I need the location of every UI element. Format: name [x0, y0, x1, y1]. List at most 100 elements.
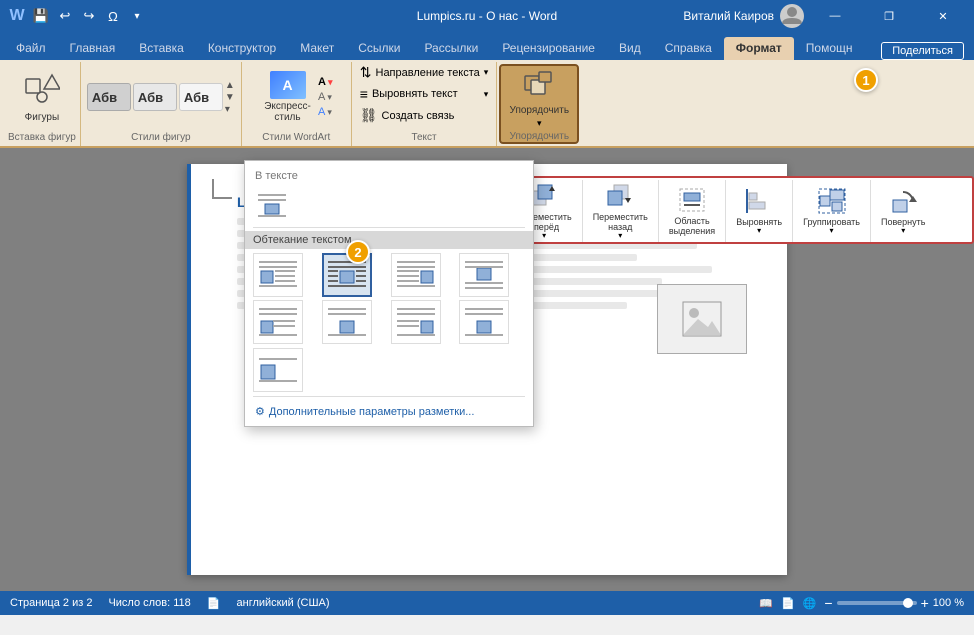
bring-forward-caret: ▾ [542, 232, 546, 240]
title-bar-right: Виталий Каиров — ❐ ✕ [683, 0, 966, 32]
embedded-image[interactable] [657, 284, 747, 354]
omega-icon[interactable]: Ω [104, 7, 122, 25]
group-arrange[interactable]: Упорядочить ▾ Упорядочить [499, 64, 579, 144]
wrap-option-inline[interactable] [253, 348, 303, 392]
layout-mode-icon[interactable]: 📄 [781, 597, 795, 610]
in-text-label: В тексте [253, 167, 525, 185]
tab-references[interactable]: Ссылки [346, 37, 412, 60]
title-bar: W 💾 ↩ ↪ Ω ▾ Lumpics.ru - О нас - Word Ви… [0, 0, 974, 32]
wrap-option-1[interactable] [253, 253, 303, 297]
word-count: Число слов: 118 [108, 597, 190, 609]
share-button[interactable]: Поделиться [881, 42, 964, 60]
tab-insert[interactable]: Вставка [127, 37, 196, 60]
align-text-icon: ≡ [360, 86, 368, 102]
send-backward-label: Переместитьназад [593, 212, 648, 232]
group-shape-styles: Абв Абв Абв ▲ ▼ ▾ Стили фигур [81, 62, 242, 146]
send-backward-caret: ▾ [618, 232, 622, 240]
tab-format[interactable]: Формат [724, 37, 794, 60]
arrange-button[interactable]: Упорядочить ▾ [506, 66, 574, 131]
express-style-btn[interactable]: A Экспресс-стиль [260, 69, 315, 125]
style-btn-2[interactable]: Абв [133, 83, 177, 111]
wrap-option-4[interactable] [459, 253, 509, 297]
word-icon: W [8, 7, 26, 25]
wrap-option-5[interactable] [253, 300, 303, 344]
rotate-caret: ▾ [901, 227, 905, 235]
group-icon [818, 188, 846, 217]
wrap-text-section-label: Обтекание текстом [245, 231, 533, 249]
tab-mailings[interactable]: Рассылки [412, 37, 490, 60]
zoom-in-icon[interactable]: + [921, 595, 929, 611]
rotate-icon [889, 188, 917, 217]
tab-design[interactable]: Конструктор [196, 37, 288, 60]
create-link-btn[interactable]: ⛓ Создать связь [356, 105, 493, 126]
language[interactable]: английский (США) [237, 597, 330, 609]
rs-group-group: Группировать ▾ [793, 180, 871, 242]
group-wordart-label: Стили WordArt [262, 132, 330, 146]
zoom-slider[interactable] [837, 601, 917, 605]
redo-icon[interactable]: ↪ [80, 7, 98, 25]
close-button[interactable]: ✕ [920, 0, 966, 32]
tab-help[interactable]: Справка [653, 37, 724, 60]
tab-view[interactable]: Вид [607, 37, 653, 60]
more-options-label: Дополнительные параметры разметки... [269, 406, 475, 418]
customize-icon[interactable]: ▾ [128, 7, 146, 25]
align-label: Выровнять [736, 217, 782, 227]
group-btn[interactable]: Группировать ▾ [799, 186, 864, 237]
style-btn-1[interactable]: Абв [87, 83, 131, 111]
send-backward-icon [606, 183, 634, 212]
tab-assist[interactable]: Помощн [794, 37, 865, 60]
text-direction-btn[interactable]: ⇅ Направление текста ▾ [356, 62, 493, 83]
align-btn[interactable]: Выровнять ▾ [732, 186, 786, 237]
wrap-option-8[interactable] [459, 300, 509, 344]
style-scroll-down[interactable]: ▼ [225, 92, 235, 103]
align-icon [745, 188, 773, 217]
zoom-percent: 100 % [933, 597, 964, 609]
position-dropdown: В тексте Обтекание текстом [244, 160, 534, 427]
tab-review[interactable]: Рецензирование [490, 37, 607, 60]
style-btn-3[interactable]: Абв [179, 83, 223, 111]
text-fill-btn[interactable]: А▾ [318, 76, 332, 88]
send-backward-btn[interactable]: Переместитьназад ▾ [589, 181, 652, 242]
style-scroll-up[interactable]: ▲ [225, 80, 235, 91]
app-title: Lumpics.ru - О нас - Word [417, 9, 557, 23]
avatar[interactable] [780, 4, 804, 28]
web-view-icon[interactable]: 🌐 [803, 597, 817, 610]
bring-forward-icon [530, 183, 558, 212]
style-more[interactable]: ▾ [225, 104, 235, 115]
zoom-thumb[interactable] [903, 598, 913, 608]
zoom-control: − + 100 % [824, 595, 964, 611]
align-text-btn[interactable]: ≡ Выровнять текст ▾ [356, 84, 493, 104]
text-effect-btn[interactable]: А▾ [318, 106, 332, 118]
page-corner [212, 179, 232, 199]
rs-send-backward-group: Переместитьназад ▾ [583, 180, 659, 242]
user-info[interactable]: Виталий Каиров [683, 4, 804, 28]
selection-btn[interactable]: Областьвыделения [665, 185, 719, 238]
wrap-option-6[interactable] [322, 300, 372, 344]
tab-file[interactable]: Файл [4, 37, 58, 60]
status-bar: Страница 2 из 2 Число слов: 118 📄 англий… [0, 591, 974, 615]
more-options-link[interactable]: ⚙ Дополнительные параметры разметки... [253, 401, 525, 420]
tab-layout[interactable]: Макет [288, 37, 346, 60]
save-icon[interactable]: 💾 [32, 7, 50, 25]
tab-home[interactable]: Главная [58, 37, 128, 60]
format-ribbon: Фигуры Вставка фигур Абв Абв Абв ▲ ▼ ▾ С… [0, 60, 974, 148]
group-text-label: Текст [411, 132, 436, 146]
text-outline-btn[interactable]: А▾ [318, 91, 332, 103]
group-text: ⇅ Направление текста ▾ ≡ Выровнять текст… [352, 62, 498, 146]
rs-rotate-group: Повернуть ▾ [871, 180, 935, 242]
rs-selection-group: Областьвыделения [659, 180, 726, 242]
rotate-btn[interactable]: Повернуть ▾ [877, 186, 929, 237]
wrap-option-3[interactable] [391, 253, 441, 297]
doc-icon[interactable]: 📄 [207, 597, 221, 610]
pos-in-text[interactable] [253, 188, 291, 224]
ribbon-tabs: Файл Главная Вставка Конструктор Макет С… [0, 32, 974, 60]
zoom-out-icon[interactable]: − [824, 595, 832, 611]
restore-button[interactable]: ❐ [866, 0, 912, 32]
read-mode-icon[interactable]: 📖 [759, 597, 773, 610]
arrange-label: Упорядочить [510, 105, 570, 116]
undo-icon[interactable]: ↩ [56, 7, 74, 25]
wrap-option-7[interactable] [391, 300, 441, 344]
rotate-label: Повернуть [881, 217, 925, 227]
minimize-button[interactable]: — [812, 0, 858, 32]
shapes-button[interactable]: Фигуры [20, 69, 64, 125]
